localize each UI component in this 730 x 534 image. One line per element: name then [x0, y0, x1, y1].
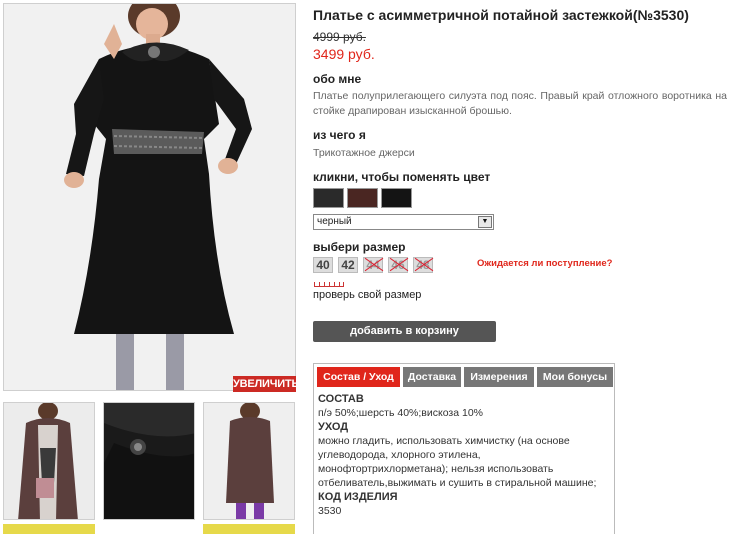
main-product-photo[interactable]	[3, 3, 296, 391]
old-price: 4999 руб.	[313, 30, 366, 44]
size-option-40[interactable]: 40	[313, 257, 333, 273]
tab-bonuses[interactable]: Мои бонусы	[537, 367, 613, 387]
care-heading: УХОД	[318, 421, 349, 433]
about-text: Платье полуприлегающего силуэта под пояс…	[313, 90, 727, 117]
thumbnail-3-bottom-strip	[203, 524, 295, 534]
size-option-44-unavailable: 44	[363, 257, 383, 273]
ruler-icon[interactable]	[314, 280, 344, 287]
await-stock-link[interactable]: Ожидается ли поступление?	[477, 258, 612, 269]
size-option-42[interactable]: 42	[338, 257, 358, 273]
thumbnail-3-image	[204, 403, 294, 519]
chevron-down-icon[interactable]: ▼	[478, 216, 492, 228]
color-swatch-brown[interactable]	[347, 188, 378, 208]
tab-measurements[interactable]: Измерения	[464, 367, 534, 387]
composition-text: п/э 50%;шерсть 40%;вискоза 10%	[318, 407, 484, 419]
material-text: Трикотажное джерси	[313, 147, 415, 159]
size-option-48-unavailable: 48	[413, 257, 433, 273]
composition-heading: СОСТАВ	[318, 393, 364, 405]
color-swatch-black[interactable]	[381, 188, 412, 208]
color-select[interactable]: черный ▼	[313, 214, 494, 230]
check-size-link[interactable]: проверь свой размер	[313, 289, 421, 301]
zoom-button[interactable]: УВЕЛИЧИТЬ	[233, 376, 299, 392]
size-option-46-unavailable: 46	[388, 257, 408, 273]
tab-content: СОСТАВ п/э 50%;шерсть 40%;вискоза 10% УХ…	[318, 392, 608, 518]
new-price: 3499 руб.	[313, 46, 375, 62]
thumbnail-1-image	[4, 403, 94, 519]
thumbnail-1-bottom-strip	[3, 524, 95, 534]
thumbnail-2-image	[104, 403, 194, 519]
tab-composition-care[interactable]: Состав / Уход	[317, 367, 400, 387]
care-text: можно гладить, использовать химчистку (н…	[318, 435, 597, 489]
code-heading: КОД ИЗДЕЛИЯ	[318, 491, 398, 503]
thumbnail-3[interactable]	[203, 402, 295, 520]
tab-delivery[interactable]: Доставка	[403, 367, 461, 387]
size-heading: выбери размер	[313, 240, 406, 254]
color-swatch-gray-black[interactable]	[313, 188, 344, 208]
thumbnail-2[interactable]	[103, 402, 195, 520]
about-heading: обо мне	[313, 72, 362, 86]
dress-photo-illustration	[4, 4, 295, 390]
material-heading: из чего я	[313, 128, 366, 142]
thumbnail-1[interactable]	[3, 402, 95, 520]
info-tabs-panel: Состав / Уход Доставка Измерения Мои бон…	[313, 363, 615, 534]
code-text: 3530	[318, 505, 342, 517]
add-to-cart-button[interactable]: добавить в корзину	[313, 321, 496, 342]
color-select-value: черный	[317, 216, 352, 227]
product-title: Платье с асимметричной потайной застежко…	[313, 7, 689, 23]
color-heading: кликни, чтобы поменять цвет	[313, 170, 491, 184]
